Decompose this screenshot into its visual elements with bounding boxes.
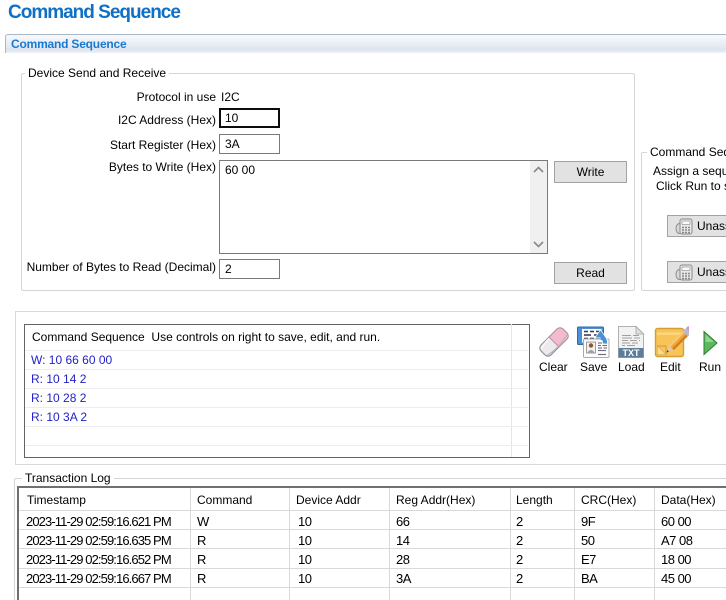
svg-text:TXT: TXT [623, 348, 641, 358]
